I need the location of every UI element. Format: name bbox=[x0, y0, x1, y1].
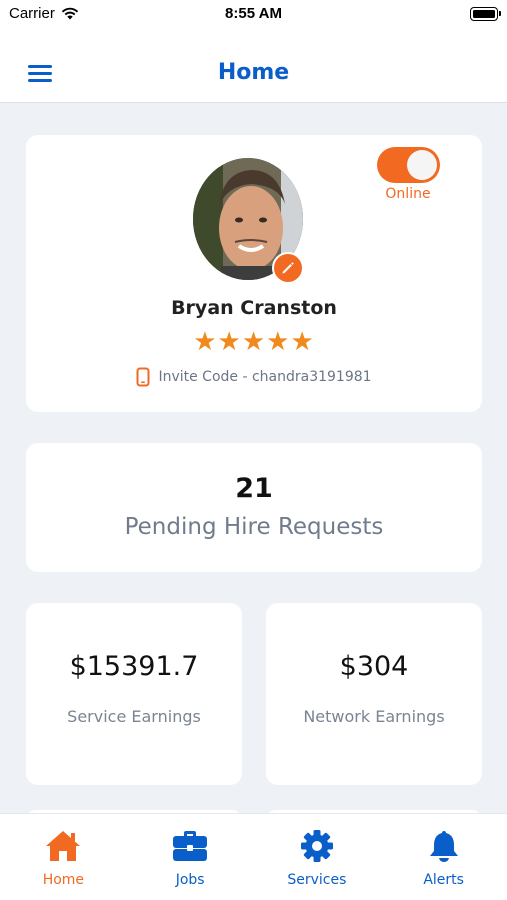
tab-label: Services bbox=[287, 872, 347, 888]
profile-card: Online Bryan Cranston ★★★★★ Invite Code … bbox=[26, 135, 482, 412]
service-earnings-label: Service Earnings bbox=[67, 707, 201, 726]
battery-icon bbox=[470, 7, 501, 21]
page-title: Home bbox=[217, 60, 290, 85]
service-earnings-value: $15391.7 bbox=[69, 651, 199, 682]
pending-requests-card[interactable]: 21 Pending Hire Requests bbox=[26, 443, 482, 572]
status-bar: Carrier 8:55 AM bbox=[0, 0, 507, 30]
network-earnings-label: Network Earnings bbox=[303, 707, 445, 726]
tab-jobs[interactable]: Jobs bbox=[127, 814, 254, 900]
online-status-label: Online bbox=[385, 186, 431, 202]
profile-name: Bryan Cranston bbox=[171, 297, 337, 319]
briefcase-icon bbox=[172, 828, 208, 864]
gear-icon bbox=[299, 828, 335, 864]
tab-alerts[interactable]: Alerts bbox=[380, 814, 507, 900]
service-earnings-card[interactable]: $15391.7 Service Earnings bbox=[26, 603, 242, 785]
status-time: 8:55 AM bbox=[225, 5, 282, 22]
tab-label: Alerts bbox=[423, 872, 464, 888]
tab-bar: Home Jobs Services Alerts bbox=[0, 813, 507, 900]
online-toggle[interactable] bbox=[377, 147, 440, 183]
pencil-icon bbox=[282, 262, 294, 274]
network-earnings-value: $304 bbox=[339, 651, 409, 682]
edit-profile-photo-button[interactable] bbox=[272, 252, 304, 284]
pending-label: Pending Hire Requests bbox=[124, 514, 384, 540]
network-earnings-card[interactable]: $304 Network Earnings bbox=[266, 603, 482, 785]
tab-services[interactable]: Services bbox=[254, 814, 381, 900]
navigation-bar: Home bbox=[0, 30, 507, 103]
tab-label: Home bbox=[42, 872, 85, 888]
home-icon bbox=[45, 828, 81, 864]
bell-icon bbox=[426, 828, 462, 864]
invite-code: Invite Code - chandra3191981 bbox=[26, 367, 482, 387]
star-rating: ★★★★★ bbox=[193, 327, 315, 357]
tab-label: Jobs bbox=[175, 872, 205, 888]
phone-icon bbox=[136, 367, 150, 387]
avatar-container bbox=[193, 158, 304, 284]
pending-count: 21 bbox=[235, 473, 273, 504]
invite-code-text: Invite Code - chandra3191981 bbox=[158, 369, 372, 385]
tab-home[interactable]: Home bbox=[0, 814, 127, 900]
